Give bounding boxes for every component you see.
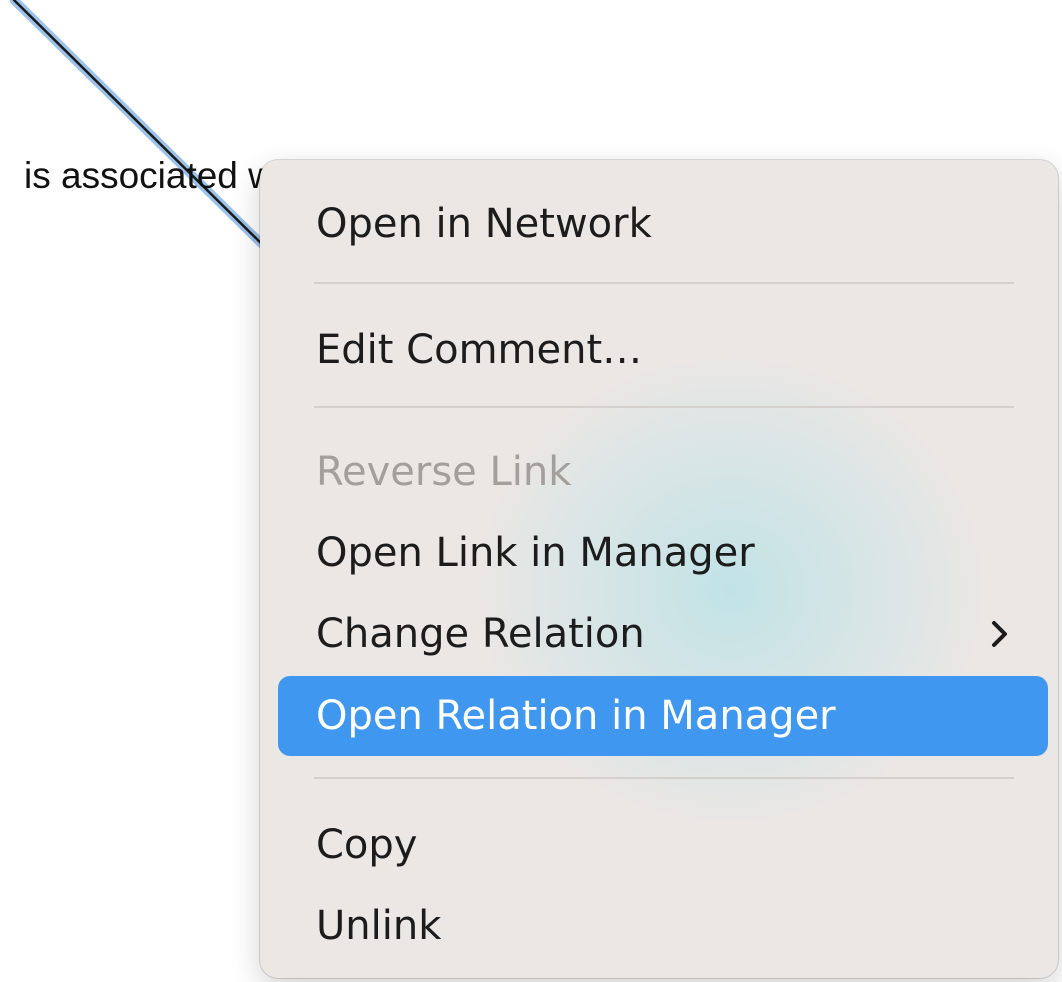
menu-item-label: Edit Comment… <box>316 327 643 373</box>
menu-item-open-in-network[interactable]: Open in Network <box>278 184 1048 264</box>
menu-separator <box>314 777 1014 779</box>
menu-item-label: Change Relation <box>316 611 645 657</box>
menu-item-label: Reverse Link <box>316 449 572 495</box>
context-menu: Open in Network Edit Comment… Reverse Li… <box>260 160 1058 978</box>
menu-item-label: Open Link in Manager <box>316 530 755 576</box>
chevron-right-icon <box>992 621 1007 647</box>
link-line[interactable] <box>12 0 274 256</box>
menu-item-label: Open Relation in Manager <box>316 693 836 739</box>
menu-item-edit-comment[interactable]: Edit Comment… <box>278 310 1048 390</box>
menu-item-open-link-in-manager[interactable]: Open Link in Manager <box>278 513 1048 593</box>
menu-item-open-relation-in-manager[interactable]: Open Relation in Manager <box>278 676 1048 756</box>
menu-separator <box>314 282 1014 284</box>
menu-item-change-relation[interactable]: Change Relation <box>278 594 1048 674</box>
menu-item-label: Open in Network <box>316 201 652 247</box>
menu-separator <box>314 406 1014 408</box>
menu-item-label: Unlink <box>316 903 442 949</box>
menu-item-unlink[interactable]: Unlink <box>278 886 1048 966</box>
menu-item-label: Copy <box>316 822 418 868</box>
menu-item-copy[interactable]: Copy <box>278 805 1048 885</box>
menu-item-reverse-link: Reverse Link <box>278 432 1048 512</box>
